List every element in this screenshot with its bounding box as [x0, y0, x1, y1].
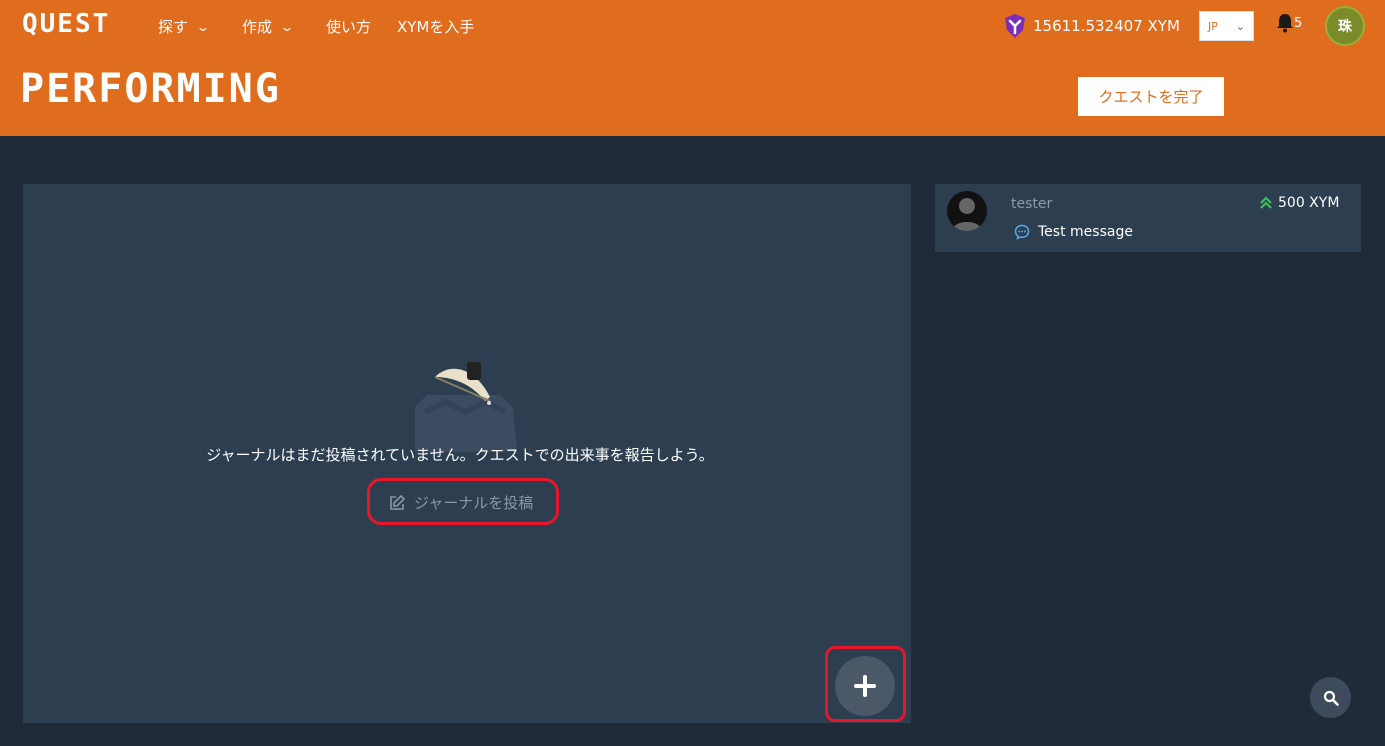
notifications[interactable]: 5: [1276, 13, 1302, 33]
avatar-text: 珠: [1338, 19, 1352, 35]
bell-icon: [1277, 14, 1293, 33]
search-button[interactable]: [1310, 677, 1351, 718]
complete-quest-button[interactable]: クエストを完了: [1078, 77, 1224, 116]
highlight-box-post-journal: [367, 478, 559, 525]
nav-explore[interactable]: 探す ⌄: [158, 16, 211, 37]
reward-username: tester: [1011, 196, 1053, 212]
double-chevron-up-icon: [1260, 196, 1272, 209]
user-avatar[interactable]: 珠: [1325, 6, 1365, 46]
reward-message-text: Test message: [1038, 224, 1133, 240]
site-logo[interactable]: QUEST: [22, 9, 110, 39]
quill-ink-icon: [415, 362, 517, 452]
nav-create[interactable]: 作成 ⌄: [242, 16, 295, 37]
avatar: [947, 191, 987, 231]
nav-get-xym[interactable]: XYMを入手: [397, 16, 474, 37]
reward-message: Test message: [1014, 224, 1133, 240]
wallet-balance[interactable]: 15611.532407 XYM: [1003, 13, 1180, 39]
highlight-box-add-button: [825, 646, 906, 722]
balance-value: 15611.532407 XYM: [1033, 17, 1180, 35]
empty-journal-message: ジャーナルはまだ投稿されていません。クエストでの出来事を報告しよう。: [206, 446, 714, 464]
chat-bubble-icon: [1014, 224, 1030, 240]
symbol-logo-icon: [1005, 14, 1025, 38]
language-value: JP: [1208, 19, 1218, 33]
header-bar: QUEST 探す ⌄ 作成 ⌄ 使い方 XYMを入手 15611.532407 …: [0, 0, 1385, 136]
chevron-down-icon: ⌄: [1235, 19, 1245, 33]
nav-explore-label: 探す: [158, 18, 189, 36]
page-title: PERFORMING: [20, 66, 281, 112]
nav-how-to-use-label: 使い方: [326, 18, 372, 36]
nav-get-xym-label: XYMを入手: [397, 18, 475, 36]
reward-amount: 500 XYM: [1260, 195, 1339, 211]
nav-how-to-use[interactable]: 使い方: [326, 16, 371, 37]
chevron-down-icon: ⌄: [279, 19, 295, 34]
default-user-icon: [952, 198, 982, 231]
nav-create-label: 作成: [242, 18, 273, 36]
reward-amount-value: 500 XYM: [1278, 195, 1340, 211]
chevron-down-icon: ⌄: [195, 19, 211, 34]
notification-count: 5: [1294, 15, 1303, 31]
language-select[interactable]: JP ⌄: [1199, 11, 1254, 41]
search-icon: [1323, 690, 1339, 706]
